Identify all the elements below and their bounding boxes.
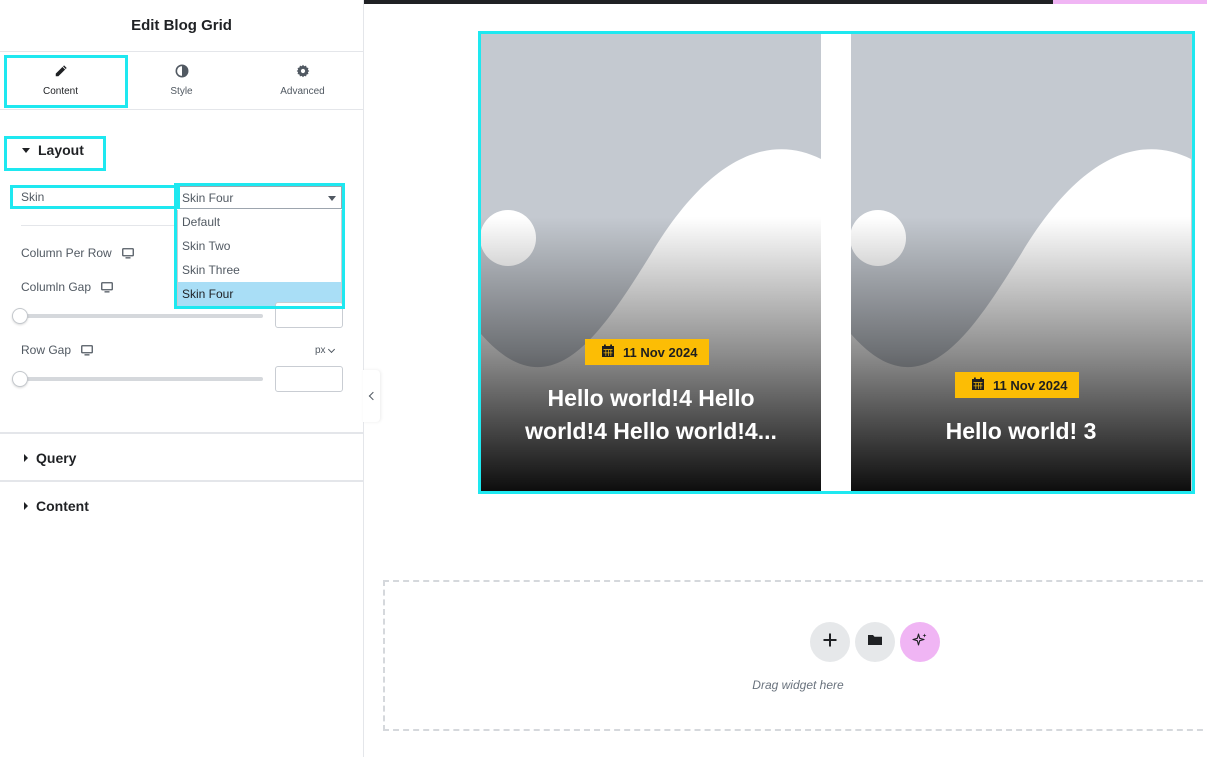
chevron-left-icon xyxy=(368,391,378,401)
tab-content-label: Content xyxy=(42,86,79,97)
layout-section-title: Layout xyxy=(38,142,84,158)
half-circle-icon xyxy=(175,64,189,81)
desktop-icon[interactable] xyxy=(121,247,134,259)
top-bar-accent xyxy=(1053,0,1207,4)
folder-icon xyxy=(867,632,883,653)
skin-select-value: Skin Four xyxy=(182,190,234,205)
row-gap-label: Row Gap xyxy=(21,343,93,357)
post-date: 11 Nov 2024 xyxy=(623,344,698,360)
layout-section-toggle[interactable]: Layout xyxy=(22,142,84,158)
tab-content[interactable]: Content xyxy=(0,52,121,109)
tab-style[interactable]: Style xyxy=(121,52,242,109)
divider xyxy=(21,225,176,226)
content-section-toggle[interactable]: Content xyxy=(24,498,89,514)
skin-label-text: Skin xyxy=(21,190,45,204)
ai-assistant-button[interactable] xyxy=(900,622,940,662)
content-section-title: Content xyxy=(36,498,89,514)
divider xyxy=(0,432,364,434)
add-template-button[interactable] xyxy=(855,622,895,662)
skin-option-skin-three[interactable]: Skin Three xyxy=(178,258,341,282)
pencil-icon xyxy=(54,64,68,81)
desktop-icon[interactable] xyxy=(81,344,93,356)
column-gap-label-text: Columln Gap xyxy=(21,280,92,294)
post-date-badge: 11 Nov 2024 xyxy=(585,339,710,365)
row-gap-slider-track[interactable] xyxy=(21,377,263,381)
skin-option-skin-two[interactable]: Skin Two xyxy=(178,234,341,258)
row-gap-unit: px xyxy=(315,345,326,356)
column-gap-slider-track[interactable] xyxy=(21,314,263,318)
row-gap-slider-handle[interactable] xyxy=(12,371,28,387)
post-title[interactable]: Hello world! 3 xyxy=(871,415,1171,448)
column-gap-slider-handle[interactable] xyxy=(12,308,28,324)
add-element-button[interactable] xyxy=(810,622,850,662)
chevron-down-icon xyxy=(327,345,335,353)
column-gap-label: Columln Gap xyxy=(21,280,113,294)
drop-zone-hint: Drag widget here xyxy=(752,678,844,692)
query-section-toggle[interactable]: Query xyxy=(24,450,76,466)
calendar-icon xyxy=(971,377,985,394)
drop-zone[interactable]: Drag widget here xyxy=(383,580,1207,731)
row-gap-input[interactable] xyxy=(275,366,343,392)
caret-down-icon xyxy=(22,147,30,153)
blog-grid-widget[interactable]: 11 Nov 2024 Hello world!4 Hello world!4 … xyxy=(478,31,1195,494)
column-per-row-label: Column Per Row xyxy=(21,246,134,260)
gear-icon xyxy=(296,64,310,81)
calendar-icon xyxy=(601,344,615,361)
skin-select[interactable]: Skin Four xyxy=(177,186,342,209)
row-gap-unit-select[interactable]: px xyxy=(315,345,335,356)
post-date: 11 Nov 2024 xyxy=(993,377,1068,393)
skin-dropdown-list: Default Skin Two Skin Three Skin Four xyxy=(177,210,342,306)
caret-right-icon xyxy=(24,454,28,462)
post-title[interactable]: Hello world!4 Hello world!4 Hello world!… xyxy=(521,382,781,448)
collapse-panel-button[interactable] xyxy=(363,370,380,422)
post-card[interactable]: 11 Nov 2024 Hello world!4 Hello world!4 … xyxy=(481,34,821,491)
tab-advanced-label: Advanced xyxy=(280,86,325,97)
dropdown-arrow-icon xyxy=(328,196,336,201)
query-section-title: Query xyxy=(36,450,77,466)
column-gap-input[interactable] xyxy=(275,302,343,328)
sparkle-icon xyxy=(912,632,928,653)
panel-tabs: Content Style Advanced xyxy=(0,52,363,110)
tab-style-label: Style xyxy=(170,86,193,97)
tab-advanced[interactable]: Advanced xyxy=(242,52,363,109)
skin-option-default[interactable]: Default xyxy=(178,210,341,234)
column-per-row-label-text: Column Per Row xyxy=(21,246,112,260)
divider xyxy=(0,480,364,482)
post-card[interactable]: 11 Nov 2024 Hello world! 3 xyxy=(851,34,1192,491)
post-date-badge: 11 Nov 2024 xyxy=(955,372,1080,398)
caret-right-icon xyxy=(24,502,28,510)
row-gap-label-text: Row Gap xyxy=(21,343,72,357)
editor-panel: Edit Blog Grid Content Style Advanced La… xyxy=(0,0,364,757)
desktop-icon[interactable] xyxy=(101,281,113,293)
skin-label: Skin xyxy=(21,190,44,204)
panel-title: Edit Blog Grid xyxy=(0,0,363,52)
plus-icon xyxy=(822,632,838,653)
